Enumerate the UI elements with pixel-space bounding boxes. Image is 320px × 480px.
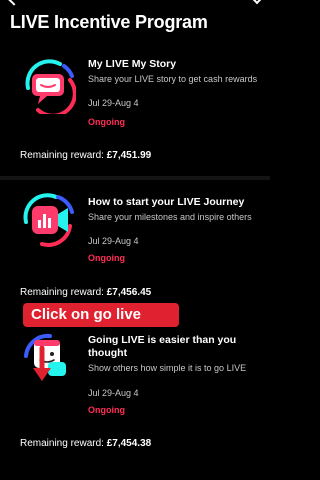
card-date: Jul 29-Aug 4 [88,388,139,398]
card-title: How to start your LIVE Journey [88,196,245,208]
down-arrow-icon [31,345,53,389]
menu-chevron-icon[interactable] [252,0,262,5]
reward-value: £7,454.38 [106,438,152,449]
card-description: Share your LIVE story to get cash reward… [88,74,258,84]
status-badge: Ongoing [88,117,125,127]
card-description: Show others how simple it is to go LIVE [88,363,247,373]
reward-label: Remaining reward: [20,150,107,161]
back-chevron-icon[interactable] [8,0,20,6]
incentive-card-1[interactable]: My LIVE My Story Share your LIVE story t… [0,50,270,170]
reward-label: Remaining reward: [20,287,107,298]
chat-bubble-icon [20,58,77,118]
reward-label: Remaining reward: [20,438,107,449]
section-divider [0,176,270,180]
remaining-reward: Remaining reward: £7,456.45 [20,287,151,298]
overlay-caption: Click on go live [23,303,179,327]
status-badge: Ongoing [88,253,125,263]
video-bars-icon [20,192,76,248]
reward-value: £7,456.45 [106,287,152,298]
remaining-reward: Remaining reward: £7,454.38 [20,438,151,449]
incentive-card-2[interactable]: How to start your LIVE Journey Share you… [0,188,270,303]
remaining-reward: Remaining reward: £7,451.99 [20,150,151,161]
card-description: Share your milestones and inspire others [88,212,252,222]
card-date: Jul 29-Aug 4 [88,236,139,246]
top-bar [0,0,270,12]
card-title: My LIVE My Story [88,58,177,70]
card-date: Jul 29-Aug 4 [88,98,139,108]
reward-value: £7,451.99 [106,150,152,161]
status-badge: Ongoing [88,405,125,415]
page-title: LIVE Incentive Program [10,12,208,32]
card-title: Going LIVE is easier than you thought [88,334,237,359]
